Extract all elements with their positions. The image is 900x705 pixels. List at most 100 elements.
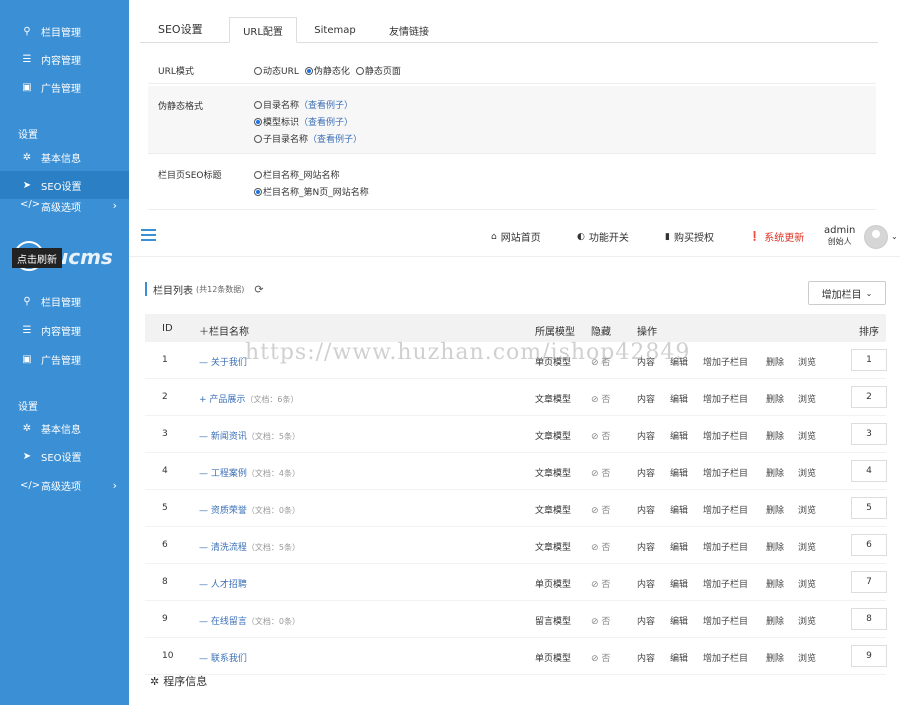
sidebar-item-content[interactable]: ☰ 内容管理 [0,316,129,344]
sidebar-item-seo[interactable]: ➤ SEO设置 [0,442,129,470]
radio-subdir-name[interactable] [254,134,262,143]
action-view[interactable]: 浏览 [798,355,816,368]
action-content[interactable]: 内容 [637,503,655,516]
example-link[interactable]: （查看例子） [299,115,353,128]
sidebar-item-ads[interactable]: ▣ 广告管理 [0,73,129,101]
user-info[interactable]: admin 创始人 [824,225,855,247]
expand-all-icon[interactable]: ＋ [199,327,209,338]
action-content[interactable]: 内容 [637,466,655,479]
action-content[interactable]: 内容 [637,429,655,442]
tab-sitemap[interactable]: Sitemap [303,17,367,43]
buy-link[interactable]: ▮ 购买授权 [665,229,714,245]
sort-input[interactable]: 2 [851,386,887,408]
action-add-child[interactable]: 增加子栏目 [703,392,748,405]
row-name[interactable]: — 清洗流程（文档：5条） [199,540,300,553]
row-name[interactable]: — 关于我们 [199,355,247,368]
sort-input[interactable]: 8 [851,608,887,630]
action-view[interactable]: 浏览 [798,577,816,590]
row-hide[interactable]: ⊘ 否 [591,614,610,627]
action-add-child[interactable]: 增加子栏目 [703,355,748,368]
sidebar-item-seo[interactable]: ➤ SEO设置 [0,171,129,199]
sort-input[interactable]: 6 [851,534,887,556]
tab-url-config[interactable]: URL配置 [229,17,297,43]
radio-static[interactable] [355,66,364,75]
row-hide[interactable]: ⊘ 否 [591,651,610,664]
action-view[interactable]: 浏览 [798,651,816,664]
refresh-icon[interactable]: ⟳ [254,283,263,296]
action-add-child[interactable]: 增加子栏目 [703,577,748,590]
action-view[interactable]: 浏览 [798,614,816,627]
action-delete[interactable]: 删除 [766,614,784,627]
action-content[interactable]: 内容 [637,392,655,405]
avatar[interactable] [864,225,888,249]
sidebar-item-columns[interactable]: ⚲ 栏目管理 [0,17,129,45]
action-add-child[interactable]: 增加子栏目 [703,540,748,553]
action-view[interactable]: 浏览 [798,392,816,405]
row-hide[interactable]: ⊘ 否 [591,466,610,479]
action-delete[interactable]: 删除 [766,392,784,405]
action-edit[interactable]: 编辑 [670,429,688,442]
radio-title-2[interactable] [254,187,262,196]
row-name[interactable]: + 产品展示（文档：6条） [199,392,299,405]
radio-dir-name[interactable] [254,100,262,109]
radio-pseudo-static[interactable] [304,66,313,75]
sort-input[interactable]: 9 [851,645,887,667]
action-view[interactable]: 浏览 [798,503,816,516]
action-delete[interactable]: 删除 [766,355,784,368]
action-view[interactable]: 浏览 [798,429,816,442]
add-category-button[interactable]: 增加栏目 ⌄ [808,281,886,305]
radio-title-1[interactable] [254,170,262,179]
row-name[interactable]: — 在线留言（文档：0条） [199,614,300,627]
sort-input[interactable]: 5 [851,497,887,519]
action-content[interactable]: 内容 [637,651,655,664]
row-hide[interactable]: ⊘ 否 [591,503,610,516]
action-delete[interactable]: 删除 [766,651,784,664]
action-content[interactable]: 内容 [637,614,655,627]
home-link[interactable]: ⌂ 网站首页 [491,229,541,245]
action-delete[interactable]: 删除 [766,503,784,516]
update-link[interactable]: ❗ 系统更新 [749,229,804,245]
sidebar-item-basic[interactable]: ✲ 基本信息 [0,143,129,171]
action-edit[interactable]: 编辑 [670,466,688,479]
action-delete[interactable]: 删除 [766,540,784,553]
sort-input[interactable]: 1 [851,349,887,371]
action-add-child[interactable]: 增加子栏目 [703,651,748,664]
switch-link[interactable]: ◐ 功能开关 [577,229,629,245]
sidebar-item-basic[interactable]: ✲ 基本信息 [0,414,129,442]
row-name[interactable]: — 资质荣誉（文档：0条） [199,503,300,516]
action-add-child[interactable]: 增加子栏目 [703,614,748,627]
sidebar-item-advanced[interactable]: </> 高级选项 › [0,471,129,499]
row-hide[interactable]: ⊘ 否 [591,392,610,405]
sort-input[interactable]: 3 [851,423,887,445]
example-link[interactable]: （查看例子） [299,98,353,111]
action-delete[interactable]: 删除 [766,577,784,590]
action-content[interactable]: 内容 [637,577,655,590]
hamburger-icon[interactable] [141,229,156,241]
sidebar-item-columns[interactable]: ⚲ 栏目管理 [0,287,129,315]
row-name[interactable]: — 新闻资讯（文档：5条） [199,429,300,442]
action-content[interactable]: 内容 [637,540,655,553]
radio-dynamic[interactable] [254,66,262,75]
radio-model-id[interactable] [254,117,262,126]
sidebar-item-content[interactable]: ☰ 内容管理 [0,45,129,73]
row-name[interactable]: — 工程案例（文档：4条） [199,466,300,479]
action-add-child[interactable]: 增加子栏目 [703,429,748,442]
row-hide[interactable]: ⊘ 否 [591,429,610,442]
chevron-down-icon[interactable]: ⌄ [891,232,898,241]
example-link[interactable]: （查看例子） [308,132,362,145]
action-edit[interactable]: 编辑 [670,651,688,664]
row-hide[interactable]: ⊘ 否 [591,577,610,590]
sort-input[interactable]: 7 [851,571,887,593]
action-edit[interactable]: 编辑 [670,614,688,627]
action-view[interactable]: 浏览 [798,466,816,479]
tab-links[interactable]: 友情链接 [376,17,442,43]
sort-input[interactable]: 4 [851,460,887,482]
action-edit[interactable]: 编辑 [670,503,688,516]
sidebar-item-advanced[interactable]: </> 高级选项 › [0,199,129,215]
sidebar-item-ads[interactable]: ▣ 广告管理 [0,345,129,373]
action-add-child[interactable]: 增加子栏目 [703,503,748,516]
action-edit[interactable]: 编辑 [670,540,688,553]
action-edit[interactable]: 编辑 [670,392,688,405]
row-hide[interactable]: ⊘ 否 [591,540,610,553]
row-name[interactable]: — 人才招聘 [199,577,247,590]
